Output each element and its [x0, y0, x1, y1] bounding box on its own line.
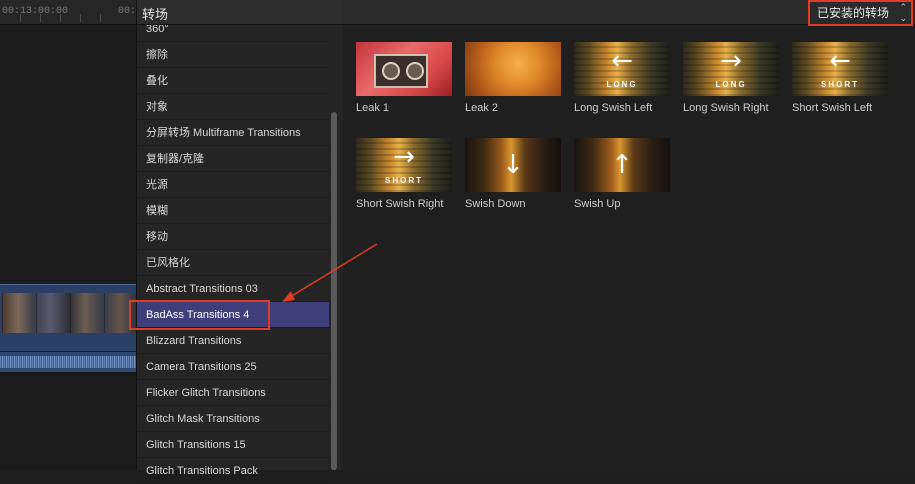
- waveform: [0, 356, 136, 368]
- timecode-left: 00:13:00:00: [2, 6, 69, 17]
- video-clip[interactable]: [0, 284, 136, 351]
- speaker-shape: [382, 62, 400, 80]
- transition-name: Short Swish Right: [356, 198, 444, 210]
- category-item[interactable]: 分屏转场 Multiframe Transitions: [137, 120, 329, 146]
- category-item[interactable]: 模糊: [137, 198, 329, 224]
- direction-arrow-icon: ↑: [611, 150, 633, 180]
- category-item[interactable]: 复制器/克隆: [137, 146, 329, 172]
- ruler-tick: [60, 14, 61, 22]
- direction-arrow-icon: →: [393, 142, 415, 172]
- dropdown-label: 已安装的转场: [817, 6, 890, 20]
- thumbnail-caption: SHORT: [821, 80, 859, 89]
- direction-arrow-icon: →: [720, 46, 742, 76]
- transition-thumbnail: ← SHORT: [792, 42, 888, 96]
- audio-waveform[interactable]: [0, 352, 136, 372]
- thumbnail-caption: LONG: [606, 80, 638, 89]
- direction-arrow-icon: ←: [611, 46, 633, 76]
- transition-tile[interactable]: Leak 1: [356, 42, 452, 114]
- transition-thumbnail: [356, 42, 452, 96]
- transition-name: Long Swish Left: [574, 102, 653, 114]
- category-scrollbar[interactable]: [331, 112, 337, 470]
- transition-thumbnail: → SHORT: [356, 138, 452, 192]
- transition-tile[interactable]: ← LONG Long Swish Left: [574, 42, 670, 114]
- ruler-tick: [80, 14, 81, 22]
- transition-name: Leak 2: [465, 102, 499, 114]
- transition-tile[interactable]: ↓ Swish Down: [465, 138, 561, 210]
- category-item[interactable]: Abstract Transitions 03: [137, 276, 329, 302]
- transition-thumbnail: ← LONG: [574, 42, 670, 96]
- category-item[interactable]: Glitch Transitions 15: [137, 432, 329, 458]
- transition-tile[interactable]: ← SHORT Short Swish Left: [792, 42, 888, 114]
- panel-header: 转场: [137, 0, 343, 25]
- category-item[interactable]: Glitch Mask Transitions: [137, 406, 329, 432]
- direction-arrow-icon: ←: [829, 46, 851, 76]
- category-list: 360° 擦除 叠化 对象 分屏转场 Multiframe Transitions 复制器…: [137, 16, 329, 484]
- radio-image: [374, 54, 428, 88]
- transition-category-panel: 360° 擦除 叠化 对象 分屏转场 Multiframe Transitions 复制器…: [136, 0, 344, 484]
- transition-thumbnail: → LONG: [683, 42, 779, 96]
- timecode-right: 00:: [118, 6, 137, 17]
- highlight-annotation-box: [129, 300, 270, 330]
- speaker-shape: [406, 62, 424, 80]
- panel-title: 转场: [142, 7, 169, 22]
- category-item[interactable]: Glitch Transitions Pack: [137, 458, 329, 484]
- installed-transitions-dropdown[interactable]: 已安装的转场 ⌃ ⌄: [808, 0, 913, 26]
- transition-thumbnail: ↑: [574, 138, 670, 192]
- category-item[interactable]: 擦除: [137, 42, 329, 68]
- category-item[interactable]: 移动: [137, 224, 329, 250]
- updown-chevron-icon: ⌃ ⌄: [899, 2, 907, 23]
- category-item[interactable]: Blizzard Transitions: [137, 328, 329, 354]
- browser-header: 已安装的转场 ⌃ ⌄: [343, 0, 915, 26]
- category-item[interactable]: Flicker Glitch Transitions: [137, 380, 329, 406]
- transition-thumbnail: ↓: [465, 138, 561, 192]
- category-item[interactable]: 已风格化: [137, 250, 329, 276]
- category-item[interactable]: 对象: [137, 94, 329, 120]
- category-item[interactable]: 叠化: [137, 68, 329, 94]
- transition-tile[interactable]: → LONG Long Swish Right: [683, 42, 779, 114]
- direction-arrow-icon: ↓: [502, 150, 524, 180]
- thumbnail-caption: SHORT: [385, 176, 423, 185]
- category-item[interactable]: 光源: [137, 172, 329, 198]
- thumbnail-caption: LONG: [715, 80, 747, 89]
- timeline-area: 00:13:00:00 00:: [0, 0, 136, 470]
- transition-tile[interactable]: Leak 2: [465, 42, 561, 114]
- category-item[interactable]: Camera Transitions 25: [137, 354, 329, 380]
- transition-name: Swish Up: [574, 198, 621, 210]
- timeline-ruler[interactable]: 00:13:00:00 00:: [0, 0, 136, 25]
- ruler-tick: [20, 14, 21, 22]
- transition-tile[interactable]: → SHORT Short Swish Right: [356, 138, 452, 210]
- ruler-tick: [40, 14, 41, 22]
- clip-filmstrip: [2, 293, 136, 333]
- transition-name: Short Swish Left: [792, 102, 873, 114]
- transition-browser: 已安装的转场 ⌃ ⌄ Leak 1 Leak 2 ← LONG Long Swish Le…: [343, 0, 915, 470]
- transition-name: Long Swish Right: [683, 102, 769, 114]
- ruler-tick: [100, 14, 101, 22]
- transition-thumbnail: [465, 42, 561, 96]
- transition-name: Leak 1: [356, 102, 390, 114]
- transition-tile[interactable]: ↑ Swish Up: [574, 138, 670, 210]
- transition-name: Swish Down: [465, 198, 526, 210]
